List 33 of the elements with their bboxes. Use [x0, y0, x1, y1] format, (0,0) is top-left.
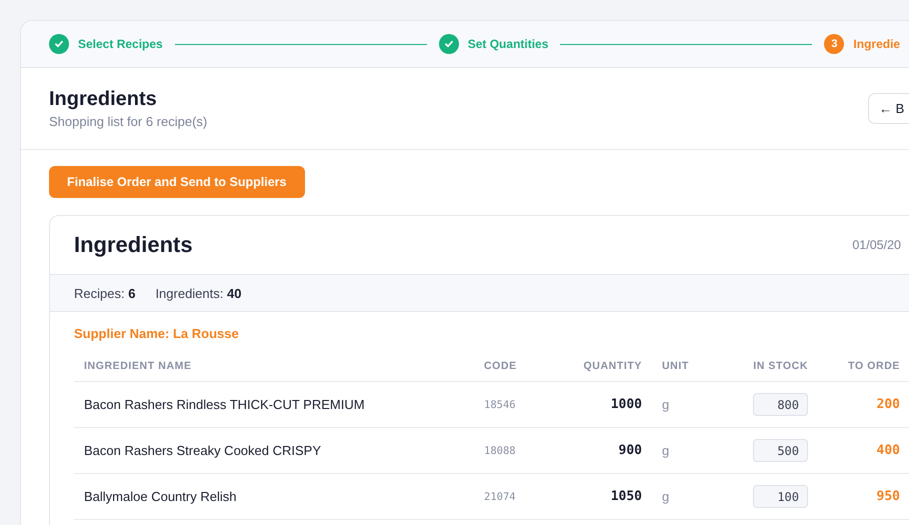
- column-header: CODE: [483, 360, 518, 372]
- supplier-name: Supplier Name: La Rousse: [74, 326, 240, 341]
- table-cell-text: 900: [618, 443, 643, 458]
- column-header: TO ORDE: [847, 360, 901, 372]
- table-cell-text: g: [661, 489, 670, 504]
- in-stock-field[interactable]: 100: [753, 485, 808, 508]
- table-cell-text: 400: [876, 443, 901, 458]
- step-number: 3: [824, 34, 844, 54]
- in-stock-field[interactable]: 800: [753, 393, 808, 416]
- table-cell-text: 18088: [483, 444, 517, 456]
- table-cell-text: 200: [876, 397, 901, 412]
- stat-text: Recipes: 6: [74, 286, 136, 300]
- column-header: UNIT: [661, 360, 690, 372]
- table-cell-text: 18546: [483, 398, 517, 410]
- column-header: INGREDIENT NAME: [83, 360, 193, 372]
- table-cell-text: 1050: [610, 489, 643, 504]
- table-cell-text: Bacon Rashers Streaky Cooked CRISPY: [83, 443, 322, 458]
- table-cell-text: 21074: [483, 490, 517, 502]
- stat-text: Ingredients: 40: [155, 286, 242, 300]
- panel-title: Ingredients: [74, 232, 193, 258]
- in-stock-field[interactable]: 500: [753, 439, 808, 462]
- page-title: Ingredients: [49, 88, 158, 111]
- column-header: QUANTITY: [582, 360, 643, 372]
- date-label: 01/05/20: [852, 238, 901, 252]
- table-cell-text: Bacon Rashers Rindless THICK-CUT PREMIUM: [83, 397, 366, 412]
- table-cell-text: Ballymaloe Country Relish: [83, 489, 238, 504]
- table-cell-text: g: [661, 443, 670, 458]
- column-header: IN STOCK: [752, 360, 809, 372]
- table-cell-text: 1000: [610, 397, 643, 412]
- page-subtitle: Shopping list for 6 recipe(s): [49, 114, 208, 129]
- table-cell-text: 950: [876, 489, 901, 504]
- table-cell-text: g: [661, 397, 670, 412]
- back-button[interactable]: ← B: [868, 93, 909, 124]
